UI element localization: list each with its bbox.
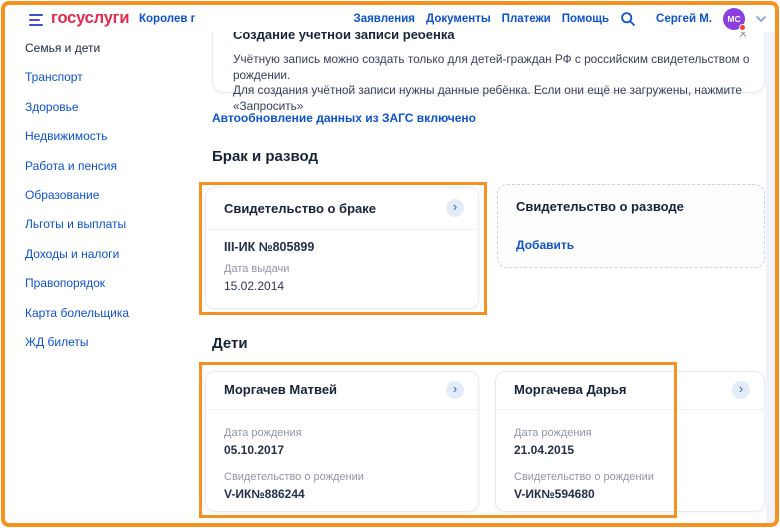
- sidebar-item-education[interactable]: Образование: [5, 181, 205, 210]
- issue-date-value: 15.02.2014: [224, 279, 284, 293]
- section-heading-children: Дети: [212, 335, 248, 352]
- location-selector[interactable]: Королев г: [139, 13, 195, 25]
- birth-cert-label: Свидетельство о рождении: [514, 471, 654, 483]
- sidebar-item-family[interactable]: Семья и дети: [5, 34, 205, 63]
- birth-cert-label: Свидетельство о рождении: [224, 471, 364, 483]
- sidebar-item-transport[interactable]: Транспорт: [5, 63, 205, 92]
- birth-cert-number: V-ИК№886244: [224, 487, 305, 501]
- issue-date-label: Дата выдачи: [224, 263, 289, 275]
- sidebar-item-fan-card[interactable]: Карта болельщика: [5, 299, 205, 328]
- card-title: Свидетельство о разводе: [516, 199, 684, 214]
- child-name: Моргачев Матвей: [224, 382, 337, 397]
- child-card-matvey[interactable]: Моргачев Матвей › Дата рождения 05.10.20…: [205, 371, 479, 512]
- sidebar-item-health[interactable]: Здоровье: [5, 93, 205, 122]
- card-title: Свидетельство о браке: [224, 201, 376, 216]
- child-name: Моргачева Дарья: [514, 382, 626, 397]
- divider: [496, 409, 764, 410]
- gosuslugi-logo[interactable]: госуслуги: [51, 9, 129, 28]
- marriage-cert-number: III-ИК №805899: [224, 240, 314, 254]
- sidebar-item-taxes[interactable]: Доходы и налоги: [5, 240, 205, 269]
- top-header: госуслуги Королев г Заявления Документы …: [5, 5, 775, 32]
- search-icon[interactable]: [620, 11, 636, 27]
- add-divorce-cert-link[interactable]: Добавить: [516, 238, 574, 252]
- sidebar-item-work-pension[interactable]: Работа и пенсия: [5, 152, 205, 181]
- notice-body-line2: Для создания учётной записи нужны данные…: [233, 83, 764, 114]
- category-sidebar: Семья и дети Транспорт Здоровье Недвижим…: [5, 34, 205, 357]
- nav-help[interactable]: Помощь: [562, 13, 609, 25]
- section-heading-marriage: Брак и развод: [212, 148, 318, 165]
- sidebar-item-realty[interactable]: Недвижимость: [5, 122, 205, 151]
- marriage-certificate-card[interactable]: Свидетельство о браке › III-ИК №805899 Д…: [205, 187, 479, 309]
- sidebar-item-benefits[interactable]: Льготы и выплаты: [5, 210, 205, 239]
- gosuslugi-documents-page: госуслуги Королев г Заявления Документы …: [0, 0, 780, 528]
- user-avatar[interactable]: МС: [723, 8, 745, 30]
- sidebar-item-rail-tickets[interactable]: ЖД билеты: [5, 328, 205, 357]
- notification-dot: [739, 24, 746, 31]
- birth-date-label: Дата рождения: [224, 427, 302, 439]
- divider: [206, 409, 478, 410]
- header-nav: Заявления Документы Платежи Помощь Серге…: [353, 5, 766, 32]
- divider: [206, 229, 478, 230]
- notice-body: Учётную запись можно создать только для …: [233, 52, 764, 114]
- notice-body-line1: Учётную запись можно создать только для …: [233, 52, 764, 83]
- nav-documents[interactable]: Документы: [426, 13, 491, 25]
- nav-applications[interactable]: Заявления: [353, 13, 415, 25]
- scrollbar-track[interactable]: [766, 32, 775, 523]
- chevron-right-icon[interactable]: ›: [446, 381, 464, 399]
- child-card-darya[interactable]: Моргачева Дарья › Дата рождения 21.04.20…: [495, 371, 765, 512]
- chevron-down-icon[interactable]: [756, 16, 766, 22]
- birth-cert-number: V-ИК№594680: [514, 487, 595, 501]
- birth-date-value: 21.04.2015: [514, 443, 574, 457]
- nav-payments[interactable]: Платежи: [502, 13, 551, 25]
- divorce-certificate-card: Свидетельство о разводе Добавить: [497, 184, 765, 268]
- birth-date-label: Дата рождения: [514, 427, 592, 439]
- chevron-right-icon[interactable]: ›: [732, 381, 750, 399]
- birth-date-value: 05.10.2017: [224, 443, 284, 457]
- hamburger-menu-icon[interactable]: [29, 14, 43, 26]
- zags-autoupdate-link[interactable]: Автообновление данных из ЗАГС включено: [212, 111, 476, 125]
- user-menu-name[interactable]: Сергей М.: [656, 13, 712, 25]
- sidebar-item-law[interactable]: Правопорядок: [5, 269, 205, 298]
- chevron-right-icon[interactable]: ›: [446, 199, 464, 217]
